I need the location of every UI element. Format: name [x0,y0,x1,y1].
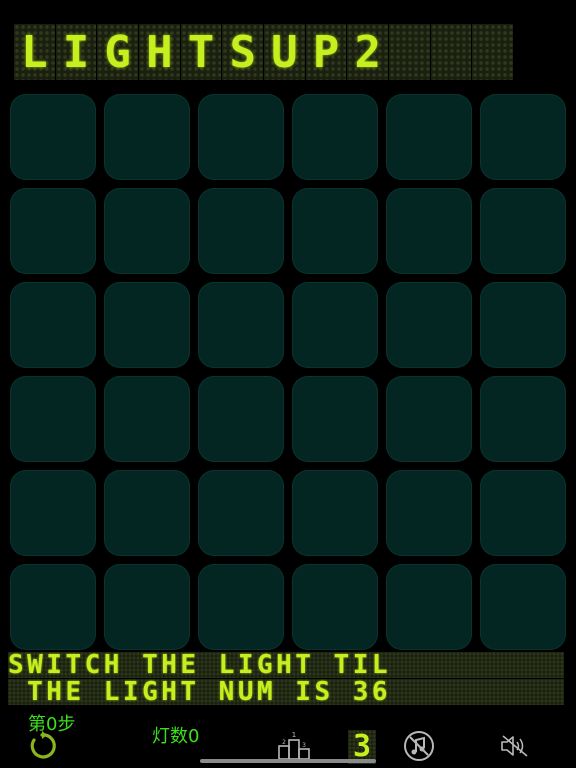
light-tile[interactable] [198,376,284,462]
light-tile[interactable] [10,564,96,650]
light-grid [10,94,566,650]
light-tile[interactable] [386,564,472,650]
light-tile[interactable] [480,470,566,556]
light-tile[interactable] [198,564,284,650]
light-tile[interactable] [10,470,96,556]
svg-text:2: 2 [282,739,286,746]
light-tile[interactable] [292,470,378,556]
light-tile[interactable] [10,376,96,462]
light-tile[interactable] [198,94,284,180]
title-letter: T [180,24,222,80]
light-tile[interactable] [292,188,378,274]
light-tile[interactable] [104,376,190,462]
restart-icon[interactable] [26,730,58,762]
light-tile[interactable] [480,94,566,180]
podium-icon[interactable]: 1 2 3 [278,730,310,760]
light-tile[interactable] [104,470,190,556]
title-letter: H [139,24,180,80]
title-letter: U [264,24,305,80]
light-tile[interactable] [198,470,284,556]
light-tile[interactable] [386,188,472,274]
title-letter: L [14,24,55,80]
home-indicator [200,759,376,763]
title-letter: I [55,24,97,80]
light-tile[interactable] [198,282,284,368]
light-tile[interactable] [480,376,566,462]
game-title-display: LIGHTSUP2 [14,24,514,82]
light-tile[interactable] [480,564,566,650]
light-tile[interactable] [386,94,472,180]
light-tile[interactable] [386,470,472,556]
music-off-icon[interactable] [403,730,435,762]
light-tile[interactable] [386,282,472,368]
title-letter: S [222,24,264,80]
light-tile[interactable] [10,94,96,180]
speaker-muted-icon[interactable] [500,734,530,758]
title-letter: P [305,24,347,80]
light-tile[interactable] [480,282,566,368]
light-tile[interactable] [104,188,190,274]
title-blank-cell [472,24,514,80]
light-tile[interactable] [104,94,190,180]
svg-text:3: 3 [302,742,306,749]
light-tile[interactable] [292,94,378,180]
svg-text:1: 1 [292,731,296,739]
light-tile[interactable] [292,376,378,462]
title-letter: 2 [347,24,389,80]
light-tile[interactable] [480,188,566,274]
light-tile[interactable] [10,188,96,274]
title-letter: G [97,24,139,80]
light-tile[interactable] [10,282,96,368]
light-tile[interactable] [104,564,190,650]
light-tile[interactable] [292,564,378,650]
instruction-ticker-line-1: SWITCH THE LIGHT TIL [8,652,564,678]
lights-on-counter: 灯数0 [152,726,200,747]
instruction-ticker-line-2: THE LIGHT NUM IS 36 [8,679,564,705]
light-tile[interactable] [104,282,190,368]
title-blank-cell [430,24,472,80]
light-tile[interactable] [386,376,472,462]
light-tile[interactable] [198,188,284,274]
title-blank-cell [389,24,430,80]
light-tile[interactable] [292,282,378,368]
